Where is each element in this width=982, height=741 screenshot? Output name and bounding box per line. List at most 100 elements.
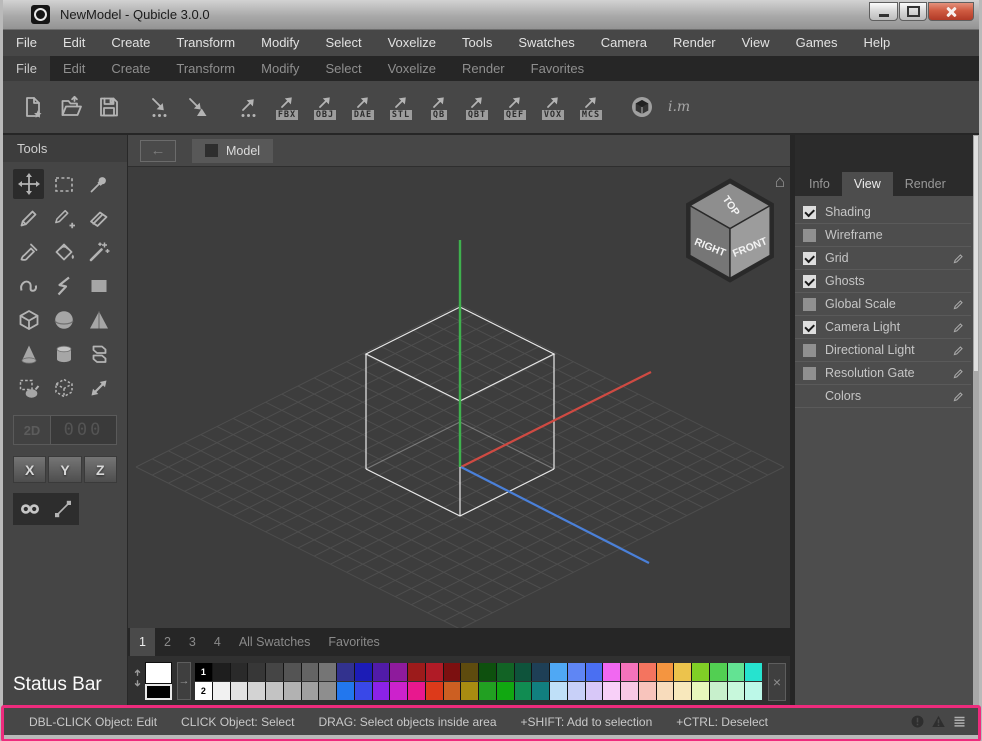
right-panel-scrollbar[interactable] bbox=[973, 135, 979, 708]
swatch-cell[interactable] bbox=[319, 682, 336, 700]
swatch-cell[interactable]: 2 bbox=[195, 682, 212, 700]
menu-item-edit[interactable]: Edit bbox=[50, 30, 98, 56]
close-button[interactable] bbox=[928, 2, 974, 21]
edit-global-scale-button[interactable] bbox=[952, 298, 965, 311]
pencil-add-tool-button[interactable] bbox=[48, 203, 79, 233]
swatch-cell[interactable] bbox=[745, 663, 762, 681]
export-qbt-button[interactable]: QBT bbox=[462, 95, 492, 120]
menu-item-tools[interactable]: Tools bbox=[449, 30, 505, 56]
brush-tool-button[interactable] bbox=[13, 237, 44, 267]
swatch-cell[interactable] bbox=[515, 682, 532, 700]
zigzag-line-tool-button[interactable] bbox=[48, 271, 79, 301]
swatch-cell[interactable] bbox=[337, 663, 354, 681]
scrollbar-thumb[interactable] bbox=[974, 136, 978, 371]
box-tool-button[interactable] bbox=[13, 305, 44, 335]
submenu-item-modify[interactable]: Modify bbox=[248, 56, 312, 81]
axis-x-button[interactable]: X bbox=[13, 456, 46, 483]
back-button[interactable]: ← bbox=[140, 140, 176, 162]
edit-grid-button[interactable] bbox=[952, 252, 965, 265]
minimize-button[interactable] bbox=[869, 2, 898, 21]
swap-colors-icon[interactable] bbox=[131, 667, 144, 694]
swatch-cell[interactable] bbox=[745, 682, 762, 700]
swatch-cell[interactable] bbox=[692, 663, 709, 681]
swatch-cell[interactable] bbox=[532, 663, 549, 681]
swatch-cell[interactable] bbox=[497, 682, 514, 700]
cone-tool-button[interactable] bbox=[13, 339, 44, 369]
export-mcs-button[interactable]: MCS bbox=[576, 95, 606, 120]
select-box-tool-button[interactable] bbox=[48, 373, 79, 403]
swatch-cell[interactable] bbox=[550, 682, 567, 700]
color-wells[interactable] bbox=[145, 662, 172, 700]
export-stl-button[interactable]: STL bbox=[386, 95, 416, 120]
submenu-item-favorites[interactable]: Favorites bbox=[518, 56, 597, 81]
viewport-canvas[interactable]: TOP RIGHT FRONT ⌂ bbox=[128, 167, 790, 628]
submenu-item-render[interactable]: Render bbox=[449, 56, 518, 81]
swatch-cell[interactable] bbox=[213, 682, 230, 700]
swatch-cell[interactable]: 1 bbox=[195, 663, 212, 681]
error-icon[interactable] bbox=[910, 714, 925, 729]
swatch-cell[interactable] bbox=[479, 682, 496, 700]
swatch-cell[interactable] bbox=[603, 663, 620, 681]
swatch-cell[interactable] bbox=[550, 663, 567, 681]
swatch-tab-all-swatches[interactable]: All Swatches bbox=[230, 628, 320, 656]
swatch-cell[interactable] bbox=[355, 682, 372, 700]
swatch-cell[interactable] bbox=[657, 663, 674, 681]
swatch-cell[interactable] bbox=[284, 663, 301, 681]
swatch-cell[interactable] bbox=[248, 682, 265, 700]
export-dae-button[interactable]: DAE bbox=[348, 95, 378, 120]
apply-color-button[interactable]: → bbox=[177, 662, 191, 700]
export-fbx-button[interactable]: FBX bbox=[272, 95, 302, 120]
checkbox-grid[interactable] bbox=[803, 252, 816, 265]
swatch-tab-favorites[interactable]: Favorites bbox=[319, 628, 388, 656]
select-brush-tool-button[interactable] bbox=[13, 373, 44, 403]
import-voxels-button[interactable] bbox=[145, 95, 175, 119]
save-button[interactable] bbox=[94, 95, 124, 119]
swatch-cell[interactable] bbox=[532, 682, 549, 700]
mask-button[interactable] bbox=[13, 493, 46, 525]
swatch-cell[interactable] bbox=[479, 663, 496, 681]
swatch-cell[interactable] bbox=[692, 682, 709, 700]
swatch-cell[interactable] bbox=[621, 682, 638, 700]
menu-item-select[interactable]: Select bbox=[312, 30, 374, 56]
swatch-cell[interactable] bbox=[497, 663, 514, 681]
delete-swatch-button[interactable]: × bbox=[768, 663, 786, 701]
swatch-cell[interactable] bbox=[568, 682, 585, 700]
swatch-cell[interactable] bbox=[568, 663, 585, 681]
swatch-tab-1[interactable]: 1 bbox=[130, 628, 155, 656]
eraser-tool-button[interactable] bbox=[83, 203, 114, 233]
rect-select-tool-button[interactable] bbox=[48, 169, 79, 199]
swatch-cell[interactable] bbox=[408, 682, 425, 700]
swatch-cell[interactable] bbox=[266, 663, 283, 681]
edit-colors-button[interactable] bbox=[952, 390, 965, 403]
menu-item-transform[interactable]: Transform bbox=[163, 30, 248, 56]
menu-item-help[interactable]: Help bbox=[850, 30, 903, 56]
swatch-cell[interactable] bbox=[355, 663, 372, 681]
swatch-cell[interactable] bbox=[444, 682, 461, 700]
edit-directional-light-button[interactable] bbox=[952, 344, 965, 357]
checkbox-shading[interactable] bbox=[803, 206, 816, 219]
edit-camera-light-button[interactable] bbox=[952, 321, 965, 334]
freehand-tool-button[interactable] bbox=[13, 271, 44, 301]
swatch-cell[interactable] bbox=[213, 663, 230, 681]
sketchfab-button[interactable] bbox=[627, 95, 657, 119]
swatch-cell[interactable] bbox=[657, 682, 674, 700]
checkbox-wireframe[interactable] bbox=[803, 229, 816, 242]
warning-icon[interactable] bbox=[931, 714, 946, 729]
swatch-cell[interactable] bbox=[231, 682, 248, 700]
checkbox-global-scale[interactable] bbox=[803, 298, 816, 311]
rectangle-tool-button[interactable] bbox=[83, 271, 114, 301]
tab-view[interactable]: View bbox=[842, 172, 893, 196]
swatch-cell[interactable] bbox=[728, 682, 745, 700]
checkbox-camera-light[interactable] bbox=[803, 321, 816, 334]
log-icon[interactable] bbox=[952, 714, 967, 729]
swatch-tab-4[interactable]: 4 bbox=[205, 628, 230, 656]
swatch-cell[interactable] bbox=[586, 663, 603, 681]
swatch-cell[interactable] bbox=[639, 682, 656, 700]
swatch-cell[interactable] bbox=[231, 663, 248, 681]
import-mesh-button[interactable] bbox=[183, 95, 213, 119]
swatch-cell[interactable] bbox=[319, 663, 336, 681]
pencil-tool-button[interactable] bbox=[13, 203, 44, 233]
submenu-item-edit[interactable]: Edit bbox=[50, 56, 98, 81]
tab-model[interactable]: Model bbox=[192, 139, 273, 163]
swatch-cell[interactable] bbox=[390, 682, 407, 700]
